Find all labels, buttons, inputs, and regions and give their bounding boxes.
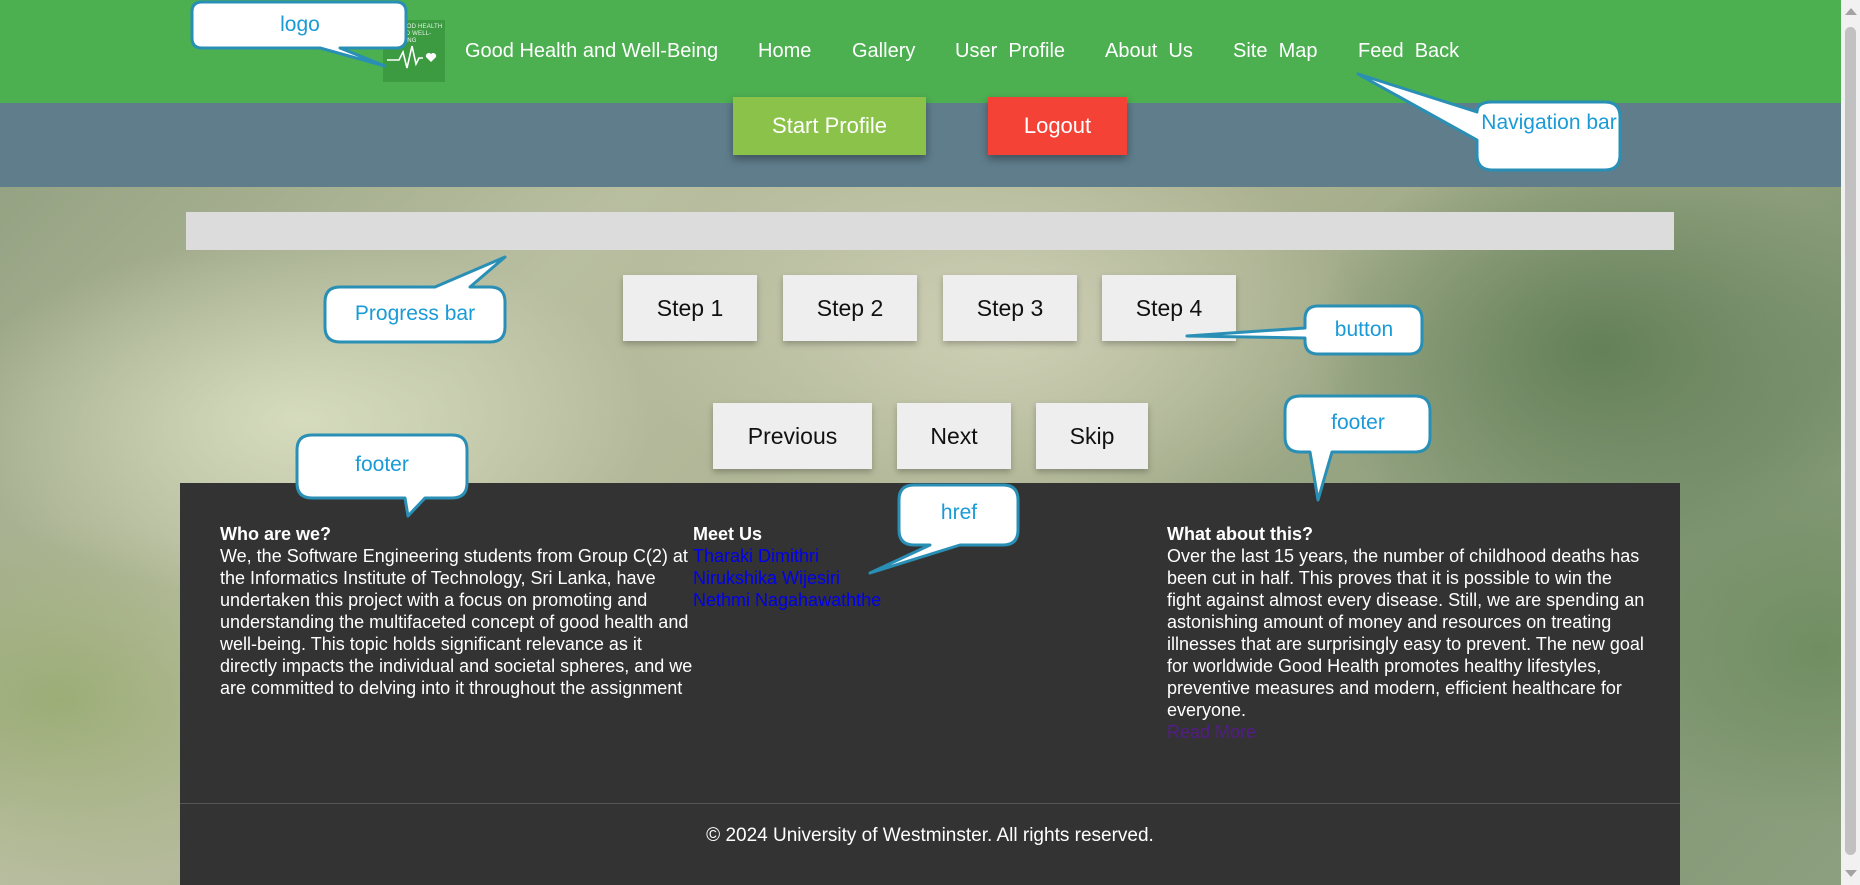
footer-meet-section: Meet Us Tharaki Dimithri Nirukshika Wije…: [693, 523, 1113, 611]
footer: Who are we? We, the Software Engineering…: [180, 483, 1680, 885]
logo[interactable]: GOOD HEALTH AND WELL-BEING: [383, 20, 445, 82]
nav-link-user-profile[interactable]: User Profile: [955, 40, 1065, 63]
vertical-scrollbar[interactable]: [1841, 0, 1860, 885]
footer-about-section: What about this? Over the last 15 years,…: [1167, 523, 1647, 743]
previous-button[interactable]: Previous: [713, 403, 872, 469]
nav-link-gallery[interactable]: Gallery: [852, 40, 915, 63]
callout-href-label: href: [940, 501, 978, 524]
nav-link-site-map[interactable]: Site Map: [1233, 40, 1317, 63]
step-2-button[interactable]: Step 2: [783, 275, 917, 341]
footer-divider: [180, 803, 1680, 804]
footer-meet-title: Meet Us: [693, 524, 763, 544]
footer-who-title: Who are we?: [220, 524, 332, 544]
next-button[interactable]: Next: [897, 403, 1011, 469]
start-profile-button[interactable]: Start Profile: [733, 97, 926, 155]
callout-footer-left-label: footer: [355, 453, 409, 476]
nav-link-home[interactable]: Home: [758, 40, 811, 63]
member-link-nethmi[interactable]: Nethmi Nagahawaththe: [693, 589, 1113, 611]
step-1-button[interactable]: Step 1: [623, 275, 757, 341]
nav-link-about-us[interactable]: About Us: [1105, 40, 1193, 63]
nav-link-feed-back[interactable]: Feed Back: [1358, 40, 1459, 63]
copyright-text: © 2024 University of Westminster. All ri…: [706, 825, 1154, 846]
callout-button-label: button: [1334, 318, 1394, 341]
footer-who-text: We, the Software Engineering students fr…: [220, 546, 693, 698]
callout-logo-label: logo: [280, 13, 320, 36]
footer-about-text: Over the last 15 years, the number of ch…: [1167, 546, 1645, 720]
callout-footer-right-label: footer: [1331, 411, 1385, 434]
step-4-button[interactable]: Step 4: [1102, 275, 1236, 341]
callout-progress: [323, 255, 507, 344]
heartbeat-icon: [387, 45, 437, 69]
logout-button[interactable]: Logout: [988, 97, 1127, 155]
scroll-up-arrow-icon[interactable]: [1845, 8, 1857, 15]
read-more-link[interactable]: Read More: [1167, 722, 1256, 742]
skip-button[interactable]: Skip: [1036, 403, 1148, 469]
callout-progress-label: Progress bar: [354, 302, 476, 325]
footer-about-title: What about this?: [1167, 524, 1313, 544]
progress-bar: [186, 212, 1674, 250]
member-link-tharaki[interactable]: Tharaki Dimithri: [693, 545, 1113, 567]
step-3-button[interactable]: Step 3: [943, 275, 1077, 341]
page: GOOD HEALTH AND WELL-BEING Good Health a…: [0, 0, 1841, 885]
callout-navigation-label: Navigation bar: [1481, 111, 1617, 134]
nav-brand-link[interactable]: Good Health and Well-Being: [465, 40, 718, 63]
scroll-down-arrow-icon[interactable]: [1845, 870, 1857, 877]
footer-who-section: Who are we? We, the Software Engineering…: [220, 523, 695, 699]
scrollbar-thumb[interactable]: [1845, 27, 1856, 855]
member-link-nirukshika[interactable]: Nirukshika Wijesiri: [693, 567, 1113, 589]
